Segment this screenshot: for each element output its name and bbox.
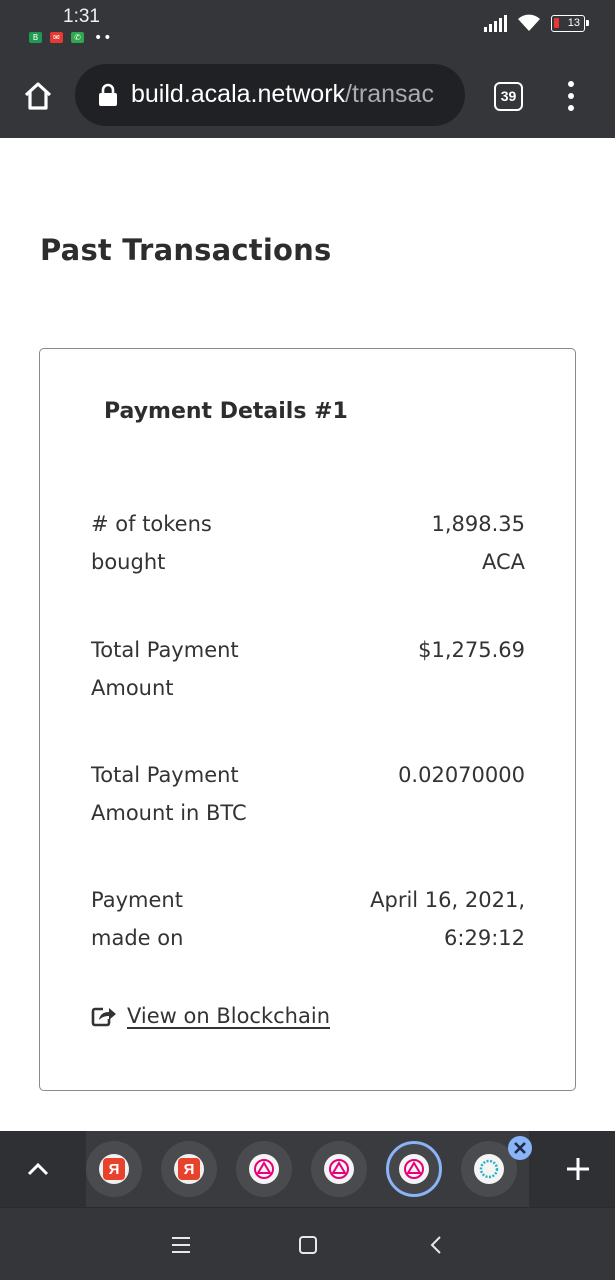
home-nav-button[interactable] <box>293 1230 323 1260</box>
status-bar: 1:31 B ✉ ✆ •• 13 <box>0 0 615 62</box>
browser-toolbar: build.acala.network/transac 39 <box>0 62 615 138</box>
signal-icon <box>484 15 507 32</box>
recents-button[interactable] <box>166 1230 196 1260</box>
detail-value: 1,898.35 ACA <box>431 512 525 574</box>
view-on-blockchain-link[interactable]: View on Blockchain <box>91 1004 330 1028</box>
acala-icon <box>324 1154 354 1184</box>
yandex-icon: Я <box>99 1154 129 1184</box>
square-icon <box>299 1236 317 1254</box>
url-text[interactable]: build.acala.network/transac <box>131 80 456 109</box>
tab-thumb-acala-active[interactable] <box>386 1141 442 1197</box>
more-notifications-icon: •• <box>94 29 113 46</box>
card-title: Payment Details #1 <box>104 399 348 424</box>
menu-dot-icon <box>568 81 574 87</box>
mail-icon: ✉ <box>50 32 63 43</box>
detail-value: $1,275.69 <box>418 638 525 662</box>
tab-switcher-button[interactable]: 39 <box>494 82 523 111</box>
tab-strip: Я Я <box>0 1131 615 1207</box>
acala-icon <box>399 1154 429 1184</box>
detail-value: April 16, 2021, 6:29:12 <box>370 888 525 950</box>
close-tab-button[interactable] <box>508 1136 532 1160</box>
home-icon <box>24 82 52 110</box>
tab-thumb-acala[interactable] <box>311 1141 367 1197</box>
external-share-icon <box>91 1007 116 1027</box>
phone-icon: ✆ <box>71 32 84 43</box>
battery-icon: 13 <box>551 14 589 32</box>
tab-thumb-acala[interactable] <box>236 1141 292 1197</box>
detail-label: Payment made on <box>91 888 184 950</box>
url-domain: build.acala.network <box>131 80 346 108</box>
status-time: 1:31 <box>63 6 100 27</box>
home-button[interactable] <box>18 76 58 116</box>
view-on-blockchain-label[interactable]: View on Blockchain <box>127 1004 330 1028</box>
menu-lines-icon <box>172 1237 190 1253</box>
url-bar[interactable]: build.acala.network/transac <box>75 64 465 126</box>
page-title: Past Transactions <box>40 233 332 267</box>
notification-icons: B ✉ ✆ •• <box>29 29 113 46</box>
status-indicators: 13 <box>483 14 589 32</box>
detail-label: Total Payment Amount in BTC <box>91 763 247 825</box>
tab-thumbnails: Я Я <box>86 1131 532 1207</box>
back-button[interactable] <box>421 1230 451 1260</box>
lock-icon[interactable] <box>97 83 119 107</box>
acala-icon <box>249 1154 279 1184</box>
chevron-up-icon <box>27 1162 49 1176</box>
tab-thumb-yandex[interactable]: Я <box>86 1141 142 1197</box>
polkadot-ring-icon <box>474 1154 504 1184</box>
system-nav-bar <box>0 1207 615 1280</box>
detail-value: 0.02070000 <box>398 763 525 787</box>
yandex-icon: Я <box>174 1154 204 1184</box>
tab-thumb-yandex[interactable]: Я <box>161 1141 217 1197</box>
new-tab-button[interactable] <box>540 1131 615 1207</box>
expand-tabs-button[interactable] <box>0 1131 76 1207</box>
payment-details-card: Payment Details #1 # of tokens bought 1,… <box>39 348 576 1091</box>
menu-dot-icon <box>568 93 574 99</box>
menu-dot-icon <box>568 105 574 111</box>
chevron-left-icon <box>430 1236 441 1254</box>
url-path: /transac <box>345 80 434 108</box>
wifi-icon <box>518 14 540 31</box>
detail-label: Total Payment Amount <box>91 638 239 700</box>
detail-label: # of tokens bought <box>91 512 212 574</box>
overflow-menu-button[interactable] <box>560 79 582 113</box>
plus-icon <box>566 1158 589 1180</box>
whatsapp-business-icon: B <box>29 32 42 43</box>
close-icon <box>514 1142 526 1154</box>
